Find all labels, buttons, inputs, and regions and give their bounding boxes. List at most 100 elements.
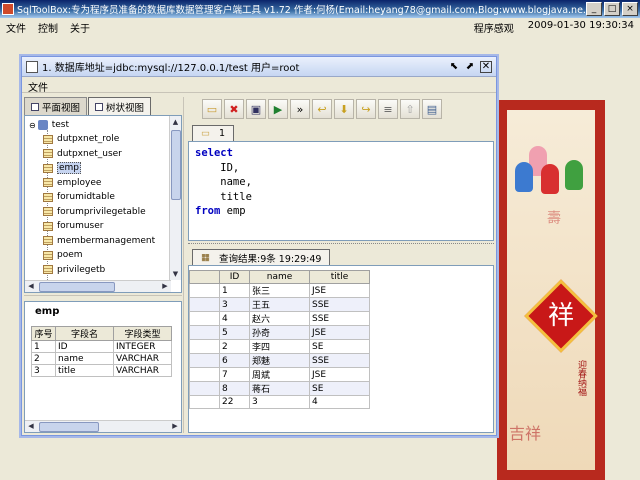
- up-arrow-button[interactable]: ⇧: [400, 99, 420, 119]
- field-column-header[interactable]: 字段类型: [113, 326, 172, 341]
- maximize-icon[interactable]: ⬈: [464, 61, 476, 73]
- delete-button[interactable]: ✖: [224, 99, 244, 119]
- result-cell: 郑魅: [249, 353, 310, 368]
- tree-item[interactable]: membermanagement: [43, 234, 155, 248]
- down-arrow-button[interactable]: ⬇: [334, 99, 354, 119]
- result-cell: 1: [219, 283, 250, 298]
- tree-horizontal-scrollbar[interactable]: ◀ ▶: [25, 280, 171, 292]
- tree-item[interactable]: forumuser: [43, 219, 103, 233]
- save-button[interactable]: ▣: [246, 99, 266, 119]
- sql-editor[interactable]: select ID, name, title from emp: [188, 141, 494, 241]
- field-column-header[interactable]: 序号: [31, 326, 56, 341]
- tab-tree-view[interactable]: 树状视图: [88, 97, 152, 115]
- tree-item[interactable]: emp: [43, 161, 82, 175]
- minimize-button[interactable]: _: [586, 2, 602, 16]
- tree-item-label: membermanagement: [57, 235, 156, 246]
- result-row[interactable]: 8 蒋石 SE: [189, 381, 370, 396]
- tab-query-result[interactable]: ▦ 查询结果:9条 19:29:49: [192, 249, 331, 265]
- result-table: ID name title 1 张三 JSE 3 王五 SSE 4 赵六 SSE 5 孙奇 JSE 2 李四 S…: [189, 270, 370, 409]
- folder-open-button[interactable]: ▭: [202, 99, 222, 119]
- tree-item[interactable]: privilegetb: [43, 263, 105, 277]
- editor-line: select: [195, 146, 487, 161]
- redo-button[interactable]: ↪: [356, 99, 376, 119]
- result-column-header[interactable]: name: [249, 270, 310, 284]
- result-cell: JSE: [309, 283, 370, 298]
- result-cell: [189, 297, 220, 312]
- result-cell: 蒋石: [249, 381, 310, 396]
- collapse-toggle-icon[interactable]: ⊖: [29, 121, 36, 130]
- align-button[interactable]: ≡: [378, 99, 398, 119]
- tree-item-label: emp: [57, 162, 82, 174]
- tree-item[interactable]: employee: [43, 176, 101, 190]
- field-horizontal-scrollbar[interactable]: ◀ ▶: [25, 420, 181, 432]
- look-and-feel-menu[interactable]: 程序感观: [474, 20, 514, 35]
- menu-about[interactable]: 关于: [64, 20, 96, 35]
- field-cell: VARCHAR: [113, 364, 172, 377]
- menu-file[interactable]: 文件: [0, 20, 32, 35]
- sql-text: title: [195, 190, 252, 203]
- tree-item-label: dutpxnet_role: [57, 134, 120, 144]
- result-row[interactable]: 2 李四 SE: [189, 339, 370, 354]
- result-row[interactable]: 1 张三 JSE: [189, 283, 370, 298]
- tree-item[interactable]: poem: [43, 248, 83, 262]
- close-icon[interactable]: ✕: [480, 60, 492, 73]
- tree-item[interactable]: dutpxnet_user: [43, 147, 122, 161]
- result-cell: 3: [249, 395, 310, 409]
- result-row[interactable]: 7 周斌 JSE: [189, 367, 370, 382]
- result-row[interactable]: 3 王五 SSE: [189, 297, 370, 312]
- main-split-divider[interactable]: [183, 97, 187, 433]
- app-icon: [2, 3, 14, 15]
- window-menu-file[interactable]: 文件: [28, 83, 48, 94]
- tree-root-label: test: [51, 120, 69, 130]
- tab-editor-1[interactable]: ▭ 1: [192, 125, 235, 141]
- clock-readout: 2009-01-30 19:30:34: [527, 19, 634, 31]
- window-title-bar[interactable]: 1. 数据库地址=jdbc:mysql://127.0.0.1/test 用户=…: [22, 57, 496, 77]
- result-row[interactable]: 22 3 4: [189, 395, 370, 409]
- tree-item[interactable]: forumprivilegetable: [43, 205, 146, 219]
- result-cell: SSE: [309, 353, 370, 368]
- field-table: 序号 字段名 字段类型 1 ID INTEGER 2 name VARCHAR 3 title VA…: [31, 326, 172, 377]
- result-column-header[interactable]: [189, 270, 220, 284]
- tree-root[interactable]: ⊖ test: [29, 118, 69, 132]
- field-row[interactable]: 1 ID INTEGER: [31, 340, 172, 353]
- menu-control[interactable]: 控制: [32, 20, 64, 35]
- maximize-button[interactable]: □: [604, 2, 620, 16]
- run-all-button[interactable]: »: [290, 99, 310, 119]
- window-button[interactable]: ▤: [422, 99, 442, 119]
- tree-item[interactable]: forumidtable: [43, 190, 115, 204]
- bottom-calligraphy: 吉祥: [509, 424, 542, 443]
- tree-vertical-scrollbar[interactable]: ▲ ▼: [169, 116, 181, 280]
- children-illustration: [511, 140, 593, 200]
- close-button[interactable]: ×: [622, 2, 638, 16]
- tree-item-label: privilegetb: [57, 264, 106, 275]
- sql-text: name,: [195, 176, 252, 188]
- run-button[interactable]: ▶: [268, 99, 288, 119]
- result-row[interactable]: 4 赵六 SSE: [189, 311, 370, 326]
- result-column-header[interactable]: title: [309, 270, 370, 284]
- restore-icon[interactable]: ⬉: [448, 61, 460, 73]
- field-row[interactable]: 3 title VARCHAR: [31, 364, 172, 377]
- tree-item-label: forumuser: [57, 221, 104, 231]
- result-cell: 孙奇: [249, 325, 310, 340]
- background-image: 壽 迎春纳福 吉祥 祥: [497, 100, 605, 480]
- left-panel: 平面视图 树状视图 ⊖ test dutpxnet_role dutpxnet_u…: [24, 97, 182, 433]
- result-cell: 张三: [249, 283, 310, 298]
- tree-item[interactable]: dutpxnet_role: [43, 132, 119, 146]
- field-cell: 3: [31, 364, 56, 377]
- tab-flat-view[interactable]: 平面视图: [24, 97, 88, 115]
- field-column-header[interactable]: 字段名: [55, 326, 114, 341]
- result-cell: 王五: [249, 297, 310, 312]
- result-cell: [189, 283, 220, 298]
- align-icon: ≡: [383, 102, 393, 116]
- field-row[interactable]: 2 name VARCHAR: [31, 352, 172, 365]
- result-row[interactable]: 6 郑魅 SSE: [189, 353, 370, 368]
- result-cell: 周斌: [249, 367, 310, 382]
- result-row[interactable]: 5 孙奇 JSE: [189, 325, 370, 340]
- result-cell: JSE: [309, 367, 370, 382]
- editor-line: title: [195, 190, 487, 205]
- table-icon: [43, 192, 53, 202]
- undo-button[interactable]: ↩: [312, 99, 332, 119]
- result-column-header[interactable]: ID: [219, 270, 250, 284]
- calligraphy-background: 壽: [545, 210, 561, 224]
- editor-line: name,: [195, 175, 487, 190]
